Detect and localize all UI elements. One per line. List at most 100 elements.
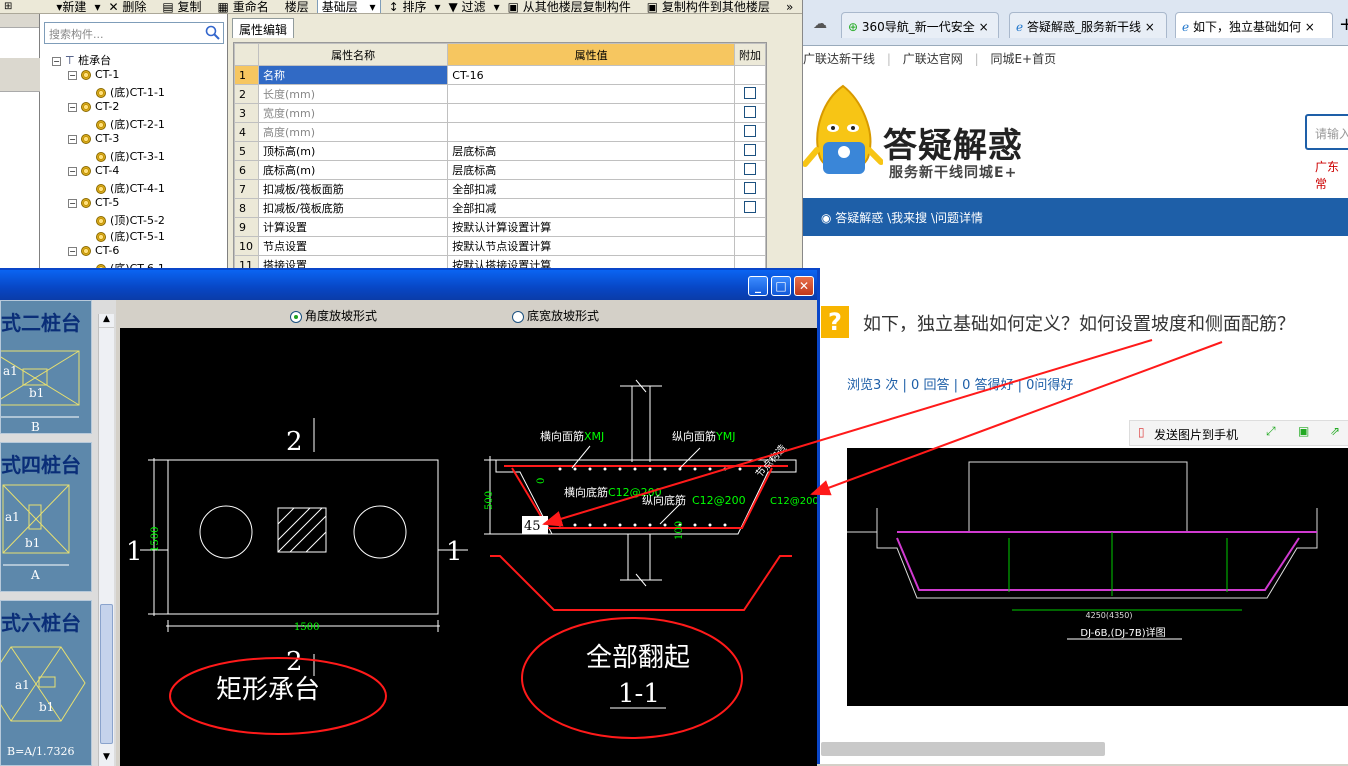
- property-extra[interactable]: [733, 198, 766, 218]
- gear-icon: [81, 246, 91, 256]
- shape-thumb-4-pile[interactable]: 式四桩台 a1 b1 A: [0, 442, 92, 592]
- svg-text:a1: a1: [3, 364, 18, 378]
- annotation-ellipse-section: [521, 617, 743, 739]
- tab-360[interactable]: ⊕ 360导航_新一代安全 ×: [841, 12, 999, 38]
- new-button[interactable]: ▾新建 ▾: [56, 0, 100, 13]
- plan-dim-horizontal: 1500: [294, 622, 319, 633]
- gear-icon: [96, 88, 106, 98]
- region-link[interactable]: 广东常: [1315, 158, 1348, 192]
- tree-node[interactable]: − CT-1: [68, 68, 119, 81]
- property-row[interactable]: 2 长度(mm): [234, 84, 766, 104]
- cad-drawing-canvas[interactable]: 2 2 1 1 1500 1500 矩形承台 横向面筋XMJ 纵向面筋YMJ 横…: [120, 328, 817, 766]
- property-row[interactable]: 9 计算设置 按默认计算设置计算: [234, 217, 766, 237]
- shape-thumb-6-pile[interactable]: 式六桩台 a1 b1 B=A/1.7326: [0, 600, 92, 766]
- copy-button[interactable]: ▤ 复制: [162, 0, 209, 13]
- property-extra[interactable]: [733, 141, 766, 161]
- send-to-phone-button[interactable]: 发送图片到手机: [1154, 426, 1238, 443]
- shape-list-scrollbar[interactable]: ▲ ▼: [98, 314, 114, 766]
- extra-checkbox: [743, 181, 756, 194]
- tree-node[interactable]: − CT-6: [68, 244, 119, 257]
- property-value[interactable]: 全部扣减: [447, 198, 735, 218]
- search-icon[interactable]: [205, 25, 221, 41]
- property-extra[interactable]: [733, 179, 766, 199]
- tree-leaf[interactable]: (底)CT-3-1: [96, 148, 165, 164]
- browser-window: ☁ ⊕ 360导航_新一代安全 × ℯ 答疑解惑_服务新干线 × ℯ 如下，独立…: [802, 0, 1348, 764]
- share-icon[interactable]: ⇗: [1330, 424, 1340, 438]
- tree-leaf[interactable]: (底)CT-5-1: [96, 228, 165, 244]
- radio-angle-slope[interactable]: 角度放坡形式: [290, 307, 377, 324]
- property-value[interactable]: CT-16: [447, 65, 735, 85]
- site-search-input[interactable]: 请输入: [1305, 114, 1348, 150]
- tree-leaf[interactable]: (底)CT-2-1: [96, 116, 165, 132]
- tree-root[interactable]: − ⊤ 桩承台: [52, 52, 111, 68]
- label-node-detail: 节点构造: [753, 442, 789, 480]
- property-row[interactable]: 3 宽度(mm): [234, 103, 766, 123]
- sort-button[interactable]: ↕ 排序 ▾: [389, 0, 441, 13]
- property-value[interactable]: 全部扣减: [447, 179, 735, 199]
- shape-thumb-2-pile[interactable]: 式二桩台 a1 b1 B: [0, 300, 92, 434]
- copy-from-floor-button[interactable]: ▣ 从其他楼层复制构件: [508, 0, 639, 13]
- property-row[interactable]: 4 高度(mm): [234, 122, 766, 142]
- fullscreen-icon[interactable]: ⤢: [1266, 424, 1276, 439]
- tree-node[interactable]: − CT-3: [68, 132, 119, 145]
- property-name: 长度(mm): [257, 84, 449, 104]
- more-icon[interactable]: »: [786, 0, 793, 13]
- horizontal-scrollbar[interactable]: [821, 742, 1105, 756]
- tree-leaf[interactable]: (底)CT-1-1: [96, 84, 165, 100]
- gear-icon: [96, 216, 106, 226]
- property-value[interactable]: [447, 122, 735, 142]
- new-tab-icon[interactable]: +: [1339, 14, 1348, 35]
- property-row[interactable]: 5 顶标高(m) 层底标高: [234, 141, 766, 161]
- property-value[interactable]: [447, 84, 735, 104]
- property-value[interactable]: 层底标高: [447, 160, 735, 180]
- tree-node[interactable]: − CT-2: [68, 100, 119, 113]
- question-drawing-image[interactable]: 4250(4350) DJ-6B,(DJ-7B)详图: [847, 448, 1348, 706]
- floor-select[interactable]: 基础层 ▾: [316, 0, 381, 13]
- property-editor: 属性编辑 属性名称 属性值 附加 1 名称 CT-16 2 长度(mm) 3 宽度(mm) 4…: [228, 14, 802, 270]
- tree-node[interactable]: − CT-4: [68, 164, 119, 177]
- tab-qa[interactable]: ℯ 答疑解惑_服务新干线 ×: [1009, 12, 1167, 38]
- expand-icon[interactable]: ⊞: [4, 1, 12, 12]
- property-row[interactable]: 6 底标高(m) 层底标高: [234, 160, 766, 180]
- property-value[interactable]: 按默认计算设置计算: [447, 217, 735, 237]
- tree-leaf[interactable]: (顶)CT-5-2: [96, 212, 165, 228]
- property-extra[interactable]: [733, 122, 766, 142]
- rename-button[interactable]: ▦ 重命名: [218, 0, 277, 13]
- delete-button[interactable]: ✕ 删除: [108, 0, 154, 13]
- property-row[interactable]: 1 名称 CT-16: [234, 65, 766, 85]
- property-value[interactable]: [447, 103, 735, 123]
- save-icon[interactable]: ▣: [1298, 424, 1309, 438]
- link-glodon-site[interactable]: 广联达官网: [903, 52, 963, 66]
- maximize-button[interactable]: □: [771, 276, 791, 296]
- section-label: 全部翻起: [586, 643, 690, 673]
- property-extra[interactable]: [733, 84, 766, 104]
- property-extra[interactable]: [733, 160, 766, 180]
- component-search-input[interactable]: 搜索构件...: [44, 22, 224, 44]
- filter-button[interactable]: ▼ 过滤 ▾: [449, 0, 500, 13]
- minimize-button[interactable]: _: [748, 276, 768, 296]
- row-index-header: [234, 43, 259, 66]
- property-extra[interactable]: [733, 103, 766, 123]
- property-row[interactable]: 10 节点设置 按默认节点设置计算: [234, 236, 766, 256]
- property-row[interactable]: 7 扣减板/筏板面筋 全部扣减: [234, 179, 766, 199]
- copy-to-floor-button[interactable]: ▣ 复制构件到其他楼层: [647, 0, 778, 13]
- phone-icon[interactable]: ▯: [1138, 425, 1145, 439]
- radio-width-slope[interactable]: 底宽放坡形式: [512, 307, 599, 324]
- pile-cap-outline: [167, 459, 439, 615]
- property-value[interactable]: 层底标高: [447, 141, 735, 161]
- cloud-icon[interactable]: ☁: [813, 16, 827, 32]
- section-mark-top: 2: [286, 427, 303, 457]
- tree-node[interactable]: − CT-5: [68, 196, 119, 209]
- dialog-titlebar[interactable]: _ □ ✕: [0, 270, 817, 300]
- property-row[interactable]: 8 扣减板/筏板底筋 全部扣减: [234, 198, 766, 218]
- tree-leaf[interactable]: (底)CT-4-1: [96, 180, 165, 196]
- property-name: 顶标高(m): [257, 141, 449, 161]
- mascot-logo: [803, 84, 883, 174]
- close-button[interactable]: ✕: [794, 276, 814, 296]
- tab-property-edit[interactable]: 属性编辑: [232, 18, 295, 38]
- tab-question[interactable]: ℯ 如下，独立基础如何 ×: [1175, 12, 1333, 38]
- property-value[interactable]: 按默认节点设置计算: [447, 236, 735, 256]
- link-glodon-xgx[interactable]: 广联达新干线: [803, 52, 875, 66]
- link-city-e[interactable]: 同城E+首页: [990, 52, 1056, 66]
- breadcrumb[interactable]: 答疑解惑 \我来搜 \问题详情: [835, 211, 983, 225]
